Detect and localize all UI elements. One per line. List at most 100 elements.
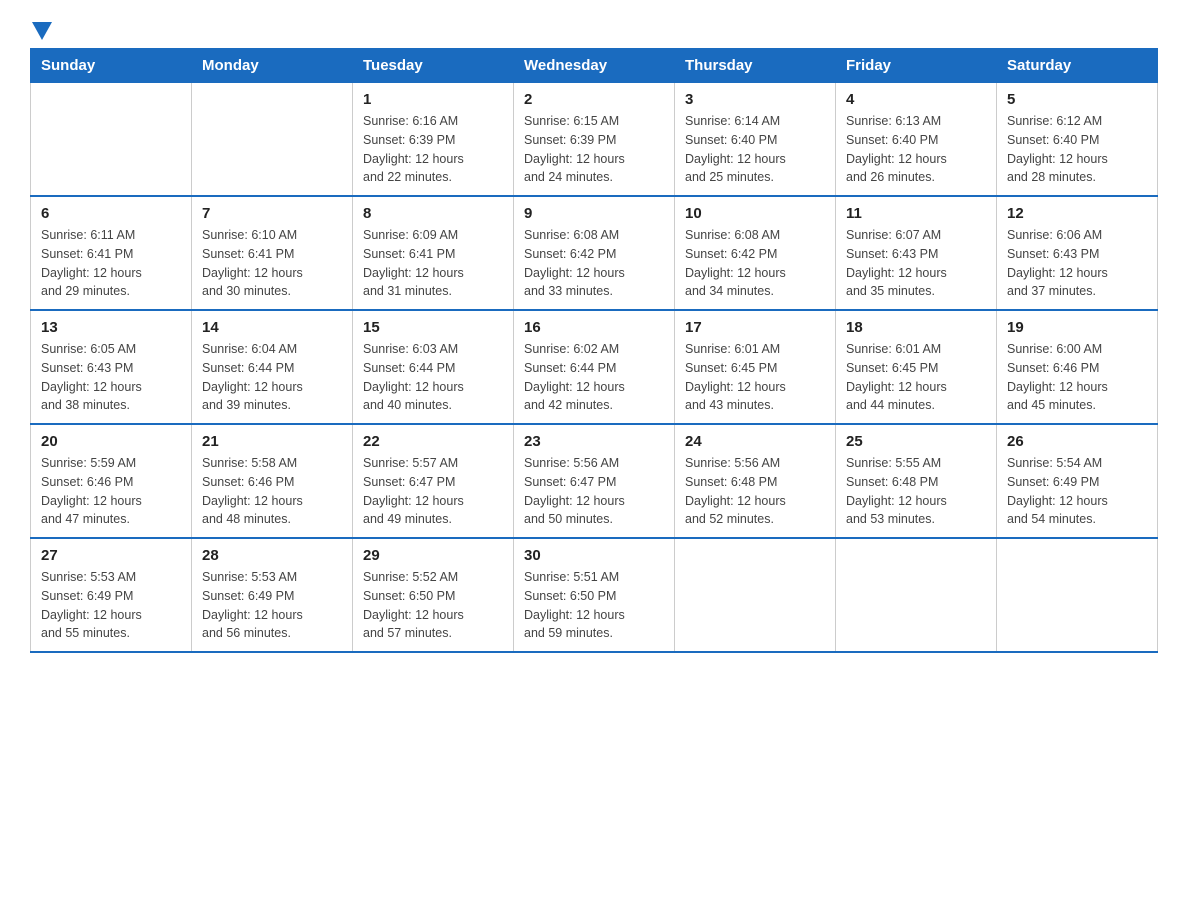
- calendar-cell: 8 Sunrise: 6:09 AM Sunset: 6:41 PM Daylig…: [353, 196, 514, 310]
- day-number: 3: [685, 91, 825, 108]
- day-number: 24: [685, 433, 825, 450]
- column-header-friday: Friday: [836, 49, 997, 83]
- week-row-1: 1 Sunrise: 6:16 AM Sunset: 6:39 PM Daylig…: [31, 83, 1158, 197]
- calendar-cell: [997, 538, 1158, 652]
- day-info: Sunrise: 6:10 AM Sunset: 6:41 PM Dayligh…: [202, 226, 342, 301]
- day-number: 7: [202, 205, 342, 222]
- day-info: Sunrise: 6:05 AM Sunset: 6:43 PM Dayligh…: [41, 340, 181, 415]
- day-number: 26: [1007, 433, 1147, 450]
- day-number: 20: [41, 433, 181, 450]
- calendar-cell: 29Sunrise: 5:52 AM Sunset: 6:50 PM Dayli…: [353, 538, 514, 652]
- column-header-wednesday: Wednesday: [514, 49, 675, 83]
- calendar-cell: 20 Sunrise: 5:59 AM Sunset: 6:46 PM Dayli…: [31, 424, 192, 538]
- page-header: [30, 20, 1158, 38]
- calendar-cell: 16Sunrise: 6:02 AM Sunset: 6:44 PM Dayli…: [514, 310, 675, 424]
- day-number: 18: [846, 319, 986, 336]
- day-number: 30: [524, 547, 664, 564]
- day-info: Sunrise: 6:11 AM Sunset: 6:41 PM Dayligh…: [41, 226, 181, 301]
- day-number: 29: [363, 547, 503, 564]
- day-info: Sunrise: 6:12 AM Sunset: 6:40 PM Dayligh…: [1007, 112, 1147, 187]
- week-row-3: 13 Sunrise: 6:05 AM Sunset: 6:43 PM Dayli…: [31, 310, 1158, 424]
- calendar-cell: 21 Sunrise: 5:58 AM Sunset: 6:46 PM Dayli…: [192, 424, 353, 538]
- calendar-cell: [31, 83, 192, 197]
- calendar-cell: 9 Sunrise: 6:08 AM Sunset: 6:42 PM Daylig…: [514, 196, 675, 310]
- day-number: 27: [41, 547, 181, 564]
- day-info: Sunrise: 6:14 AM Sunset: 6:40 PM Dayligh…: [685, 112, 825, 187]
- calendar-header-row: SundayMondayTuesdayWednesdayThursdayFrid…: [31, 49, 1158, 83]
- day-info: Sunrise: 5:59 AM Sunset: 6:46 PM Dayligh…: [41, 454, 181, 529]
- day-info: Sunrise: 6:15 AM Sunset: 6:39 PM Dayligh…: [524, 112, 664, 187]
- day-number: 11: [846, 205, 986, 222]
- calendar-cell: 24 Sunrise: 5:56 AM Sunset: 6:48 PM Dayli…: [675, 424, 836, 538]
- day-number: 15: [363, 319, 503, 336]
- calendar-cell: 27 Sunrise: 5:53 AM Sunset: 6:49 PM Dayli…: [31, 538, 192, 652]
- day-info: Sunrise: 6:08 AM Sunset: 6:42 PM Dayligh…: [685, 226, 825, 301]
- column-header-monday: Monday: [192, 49, 353, 83]
- day-info: Sunrise: 5:54 AM Sunset: 6:49 PM Dayligh…: [1007, 454, 1147, 529]
- calendar-cell: 22 Sunrise: 5:57 AM Sunset: 6:47 PM Dayli…: [353, 424, 514, 538]
- calendar-cell: 17 Sunrise: 6:01 AM Sunset: 6:45 PM Dayli…: [675, 310, 836, 424]
- day-info: Sunrise: 5:53 AM Sunset: 6:49 PM Dayligh…: [202, 568, 342, 643]
- calendar-cell: 3 Sunrise: 6:14 AM Sunset: 6:40 PM Daylig…: [675, 83, 836, 197]
- calendar-cell: 12 Sunrise: 6:06 AM Sunset: 6:43 PM Dayli…: [997, 196, 1158, 310]
- day-number: 13: [41, 319, 181, 336]
- column-header-tuesday: Tuesday: [353, 49, 514, 83]
- day-number: 19: [1007, 319, 1147, 336]
- day-info: Sunrise: 6:01 AM Sunset: 6:45 PM Dayligh…: [846, 340, 986, 415]
- day-info: Sunrise: 6:00 AM Sunset: 6:46 PM Dayligh…: [1007, 340, 1147, 415]
- day-info: Sunrise: 5:51 AM Sunset: 6:50 PM Dayligh…: [524, 568, 664, 643]
- week-row-2: 6Sunrise: 6:11 AM Sunset: 6:41 PM Daylig…: [31, 196, 1158, 310]
- day-number: 4: [846, 91, 986, 108]
- day-info: Sunrise: 6:08 AM Sunset: 6:42 PM Dayligh…: [524, 226, 664, 301]
- day-info: Sunrise: 6:01 AM Sunset: 6:45 PM Dayligh…: [685, 340, 825, 415]
- day-number: 12: [1007, 205, 1147, 222]
- day-number: 22: [363, 433, 503, 450]
- calendar-cell: 19 Sunrise: 6:00 AM Sunset: 6:46 PM Dayli…: [997, 310, 1158, 424]
- calendar-cell: 10 Sunrise: 6:08 AM Sunset: 6:42 PM Dayli…: [675, 196, 836, 310]
- logo-triangle-icon: [32, 22, 52, 42]
- calendar-cell: 7 Sunrise: 6:10 AM Sunset: 6:41 PM Daylig…: [192, 196, 353, 310]
- calendar-cell: 2 Sunrise: 6:15 AM Sunset: 6:39 PM Daylig…: [514, 83, 675, 197]
- day-info: Sunrise: 6:04 AM Sunset: 6:44 PM Dayligh…: [202, 340, 342, 415]
- day-number: 5: [1007, 91, 1147, 108]
- day-number: 9: [524, 205, 664, 222]
- calendar-cell: 28 Sunrise: 5:53 AM Sunset: 6:49 PM Dayli…: [192, 538, 353, 652]
- calendar-cell: 5 Sunrise: 6:12 AM Sunset: 6:40 PM Daylig…: [997, 83, 1158, 197]
- day-info: Sunrise: 6:06 AM Sunset: 6:43 PM Dayligh…: [1007, 226, 1147, 301]
- day-info: Sunrise: 6:13 AM Sunset: 6:40 PM Dayligh…: [846, 112, 986, 187]
- column-header-sunday: Sunday: [31, 49, 192, 83]
- day-number: 8: [363, 205, 503, 222]
- calendar-cell: 25Sunrise: 5:55 AM Sunset: 6:48 PM Dayli…: [836, 424, 997, 538]
- calendar-cell: [675, 538, 836, 652]
- day-info: Sunrise: 6:16 AM Sunset: 6:39 PM Dayligh…: [363, 112, 503, 187]
- day-number: 16: [524, 319, 664, 336]
- week-row-4: 20 Sunrise: 5:59 AM Sunset: 6:46 PM Dayli…: [31, 424, 1158, 538]
- day-info: Sunrise: 6:09 AM Sunset: 6:41 PM Dayligh…: [363, 226, 503, 301]
- day-number: 28: [202, 547, 342, 564]
- day-info: Sunrise: 5:58 AM Sunset: 6:46 PM Dayligh…: [202, 454, 342, 529]
- day-number: 17: [685, 319, 825, 336]
- day-info: Sunrise: 5:56 AM Sunset: 6:48 PM Dayligh…: [685, 454, 825, 529]
- calendar-cell: 6Sunrise: 6:11 AM Sunset: 6:41 PM Daylig…: [31, 196, 192, 310]
- day-number: 1: [363, 91, 503, 108]
- calendar-cell: 14Sunrise: 6:04 AM Sunset: 6:44 PM Dayli…: [192, 310, 353, 424]
- day-info: Sunrise: 6:03 AM Sunset: 6:44 PM Dayligh…: [363, 340, 503, 415]
- day-info: Sunrise: 5:53 AM Sunset: 6:49 PM Dayligh…: [41, 568, 181, 643]
- calendar-cell: 4 Sunrise: 6:13 AM Sunset: 6:40 PM Daylig…: [836, 83, 997, 197]
- calendar-cell: 30 Sunrise: 5:51 AM Sunset: 6:50 PM Dayli…: [514, 538, 675, 652]
- calendar-cell: 13 Sunrise: 6:05 AM Sunset: 6:43 PM Dayli…: [31, 310, 192, 424]
- calendar-cell: [836, 538, 997, 652]
- calendar-cell: 1 Sunrise: 6:16 AM Sunset: 6:39 PM Daylig…: [353, 83, 514, 197]
- calendar-cell: 26 Sunrise: 5:54 AM Sunset: 6:49 PM Dayli…: [997, 424, 1158, 538]
- calendar-table: SundayMondayTuesdayWednesdayThursdayFrid…: [30, 48, 1158, 653]
- day-number: 2: [524, 91, 664, 108]
- day-number: 23: [524, 433, 664, 450]
- calendar-cell: 23 Sunrise: 5:56 AM Sunset: 6:47 PM Dayli…: [514, 424, 675, 538]
- logo: [30, 20, 52, 38]
- day-info: Sunrise: 5:56 AM Sunset: 6:47 PM Dayligh…: [524, 454, 664, 529]
- column-header-saturday: Saturday: [997, 49, 1158, 83]
- day-info: Sunrise: 5:57 AM Sunset: 6:47 PM Dayligh…: [363, 454, 503, 529]
- calendar-cell: 11Sunrise: 6:07 AM Sunset: 6:43 PM Dayli…: [836, 196, 997, 310]
- day-number: 21: [202, 433, 342, 450]
- day-number: 10: [685, 205, 825, 222]
